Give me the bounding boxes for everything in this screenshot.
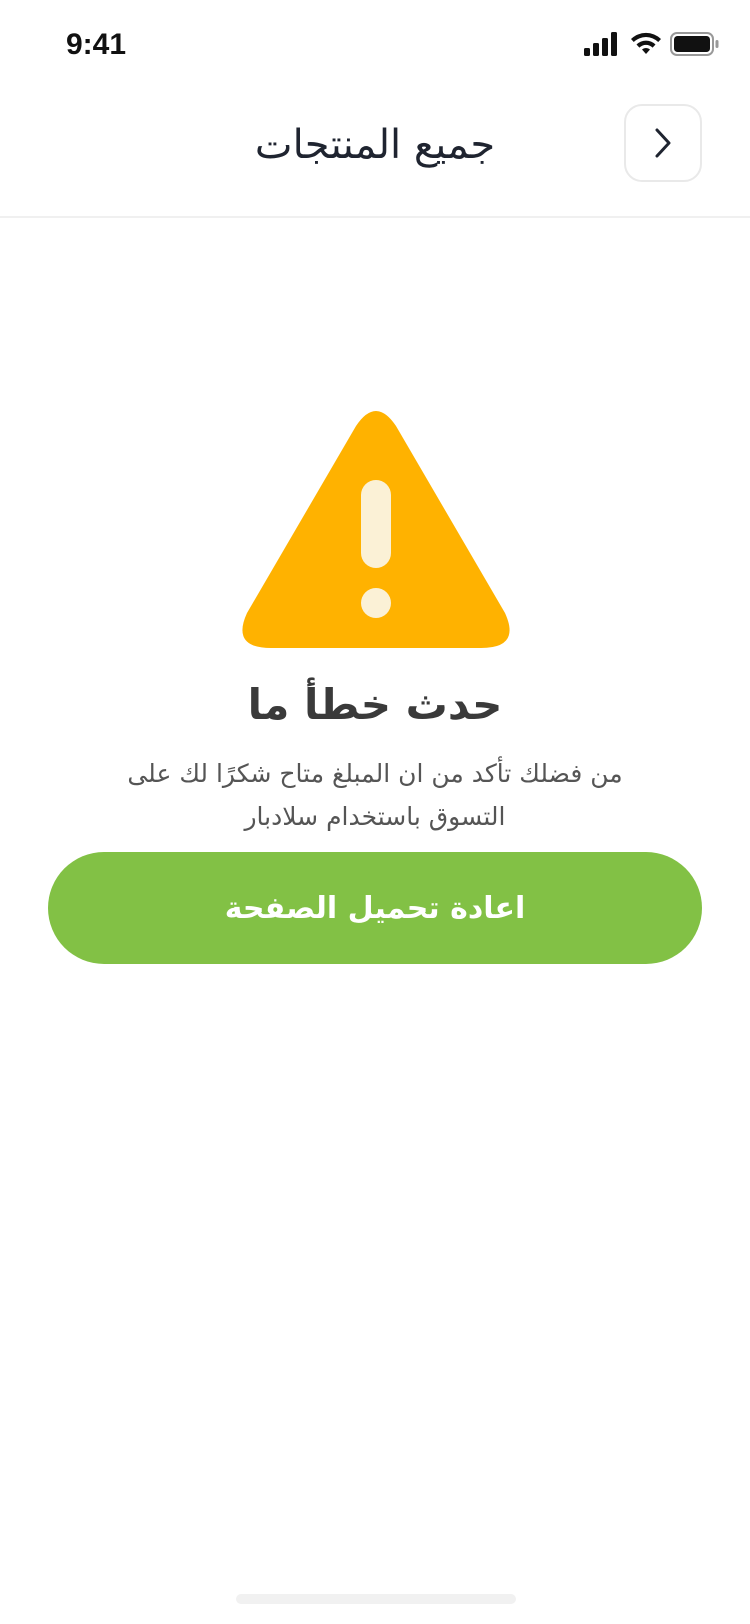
wifi-icon bbox=[631, 32, 661, 54]
error-message: من فضلك تأكد من ان المبلغ متاح شكرًا لك … bbox=[127, 759, 623, 831]
warning-icon bbox=[242, 411, 510, 648]
back-button[interactable] bbox=[624, 104, 702, 182]
status-icons bbox=[584, 32, 724, 62]
battery-icon bbox=[670, 32, 719, 56]
home-indicator bbox=[236, 1594, 516, 1604]
chevron-right-icon bbox=[655, 128, 671, 158]
signal-icon bbox=[584, 32, 617, 56]
reload-button-label: اعادة تحميل الصفحة bbox=[224, 890, 526, 926]
reload-button[interactable]: اعادة تحميل الصفحة bbox=[48, 852, 702, 964]
status-time: 9:41 bbox=[66, 28, 127, 61]
status-bar: 9:41 bbox=[0, 0, 750, 94]
header: جميع المنتجات bbox=[0, 94, 750, 218]
error-title: حدث خطأ ما bbox=[247, 680, 503, 729]
